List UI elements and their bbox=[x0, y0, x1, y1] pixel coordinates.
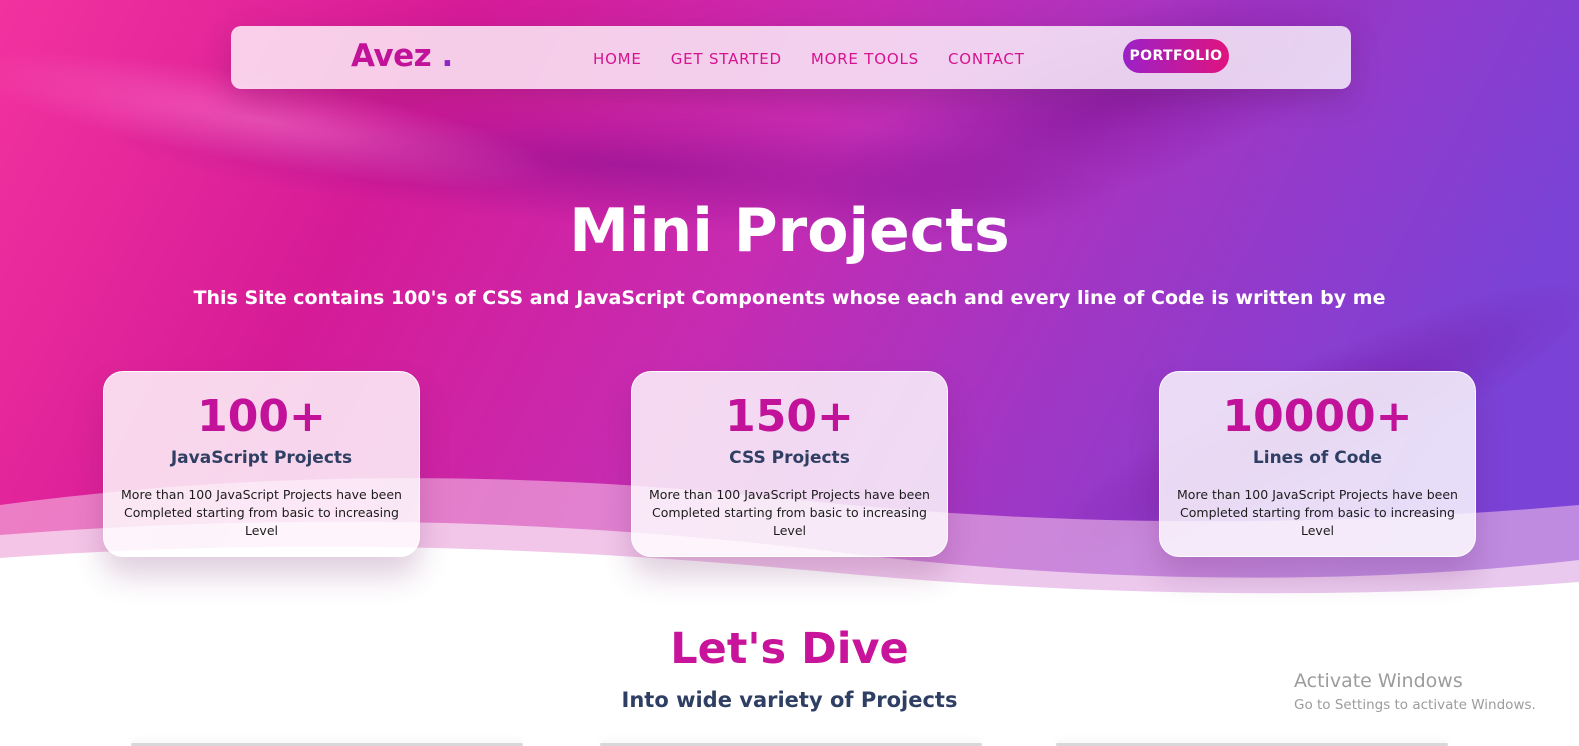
nav-links: HOME GET STARTED MORE TOOLS CONTACT bbox=[593, 50, 1025, 68]
stat-description: More than 100 JavaScript Projects have b… bbox=[649, 487, 930, 538]
stat-card-javascript: 100+ JavaScript Projects More than 100 J… bbox=[103, 371, 420, 557]
hero-title: Mini Projects bbox=[569, 196, 1010, 266]
stat-title: JavaScript Projects bbox=[170, 448, 353, 468]
activate-windows-subtitle: Go to Settings to activate Windows. bbox=[1294, 697, 1536, 713]
stat-description: More than 100 JavaScript Projects have b… bbox=[1177, 487, 1458, 538]
nav-link-contact[interactable]: CONTACT bbox=[948, 50, 1025, 68]
brand-logo[interactable]: Avez . bbox=[351, 38, 453, 74]
stat-value: 10000+ bbox=[1222, 391, 1413, 442]
activate-windows-title: Activate Windows bbox=[1294, 670, 1463, 692]
stat-description: More than 100 JavaScript Projects have b… bbox=[121, 487, 402, 538]
stat-card-css: 150+ CSS Projects More than 100 JavaScri… bbox=[631, 371, 948, 557]
nav-link-more-tools[interactable]: MORE TOOLS bbox=[811, 50, 919, 68]
hero-subtitle: This Site contains 100's of CSS and Java… bbox=[193, 287, 1386, 309]
stat-title: CSS Projects bbox=[729, 448, 850, 468]
stat-title: Lines of Code bbox=[1252, 448, 1383, 468]
section-title: Let's Dive bbox=[670, 624, 909, 674]
stat-value: 100+ bbox=[197, 391, 326, 442]
stat-card-lines-of-code: 10000+ Lines of Code More than 100 JavaS… bbox=[1159, 371, 1476, 557]
logo-dot: . bbox=[441, 38, 453, 74]
stat-value: 150+ bbox=[725, 391, 854, 442]
logo-text: Avez bbox=[351, 38, 432, 74]
nav-link-get-started[interactable]: GET STARTED bbox=[671, 50, 782, 68]
nav-link-home[interactable]: HOME bbox=[593, 50, 642, 68]
portfolio-button[interactable]: PORTFOLIO bbox=[1123, 39, 1229, 73]
navbar: Avez . HOME GET STARTED MORE TOOLS CONTA… bbox=[231, 26, 1351, 89]
